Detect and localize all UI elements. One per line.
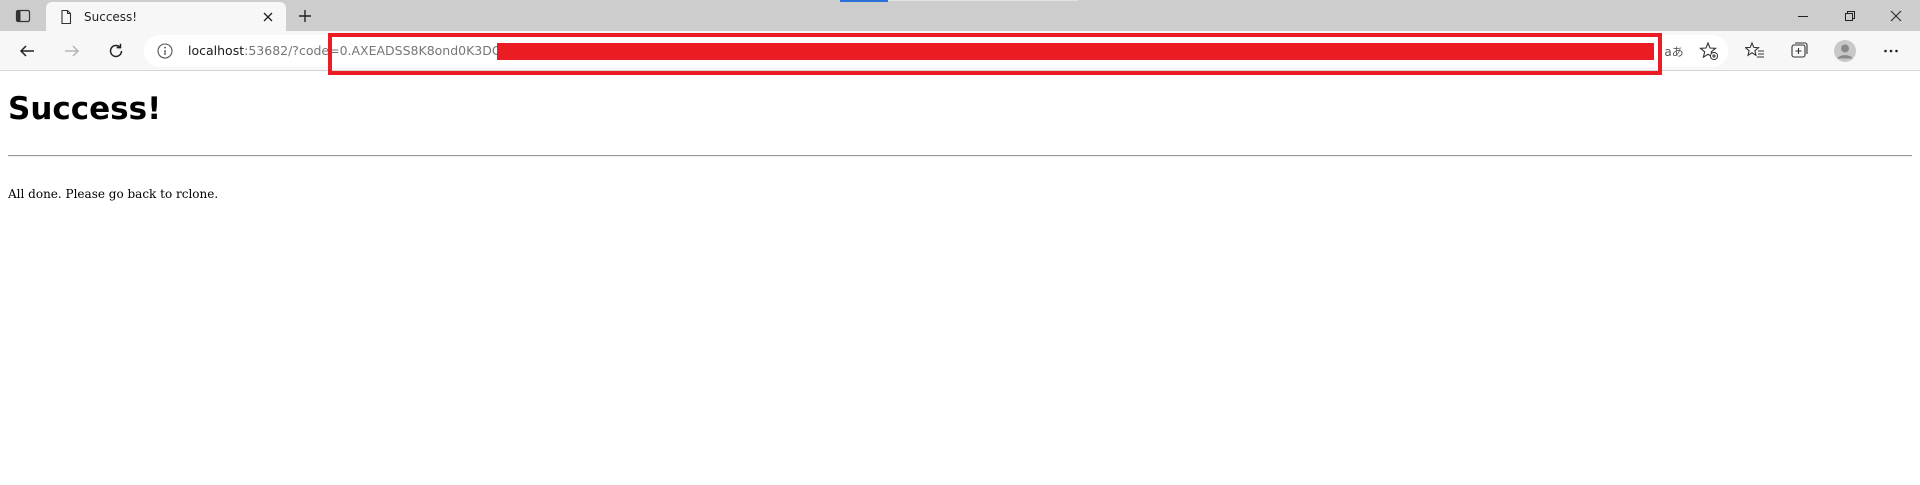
tab-strip-accent-light: [888, 0, 1078, 1]
close-icon: [1890, 10, 1902, 22]
more-button[interactable]: [1876, 36, 1906, 66]
close-icon[interactable]: [260, 9, 276, 25]
minimize-icon: [1797, 10, 1809, 22]
back-arrow-icon: [18, 42, 36, 60]
url-host: localhost: [188, 43, 245, 58]
page-title: Success!: [8, 91, 162, 127]
favorites-button[interactable]: [1740, 36, 1770, 66]
more-icon: [1882, 42, 1900, 60]
window-close-button[interactable]: [1873, 0, 1919, 31]
read-aloud-icon[interactable]: aあ: [1663, 41, 1685, 61]
tab-title: Success!: [84, 10, 138, 24]
refresh-button[interactable]: [101, 36, 131, 66]
tab-strip-accent: [840, 0, 888, 2]
horizontal-rule: [8, 155, 1912, 157]
add-favorite-button[interactable]: [1694, 36, 1724, 66]
back-button[interactable]: [12, 36, 42, 66]
collections-icon: [1789, 41, 1809, 61]
read-aloud-label: aあ: [1664, 44, 1684, 59]
favorites-icon: [1745, 41, 1765, 61]
tab-actions-button[interactable]: [8, 3, 38, 29]
collections-button[interactable]: [1784, 36, 1814, 66]
restore-button[interactable]: [1827, 0, 1873, 31]
plus-icon: [297, 8, 313, 24]
refresh-icon: [107, 42, 125, 60]
forward-arrow-icon: [63, 42, 81, 60]
forward-button[interactable]: [57, 36, 87, 66]
star-plus-icon: [1699, 41, 1719, 61]
avatar-icon: [1833, 39, 1857, 63]
tab-strip: Success!: [0, 0, 1920, 31]
annotation-highlight-box: [328, 33, 1662, 75]
restore-icon: [1844, 10, 1856, 22]
minimize-button[interactable]: [1780, 0, 1826, 31]
profile-button[interactable]: [1830, 36, 1860, 66]
page-icon: [58, 9, 74, 25]
tab-active[interactable]: Success!: [46, 2, 286, 31]
status-message: All done. Please go back to rclone.: [8, 187, 219, 201]
info-icon[interactable]: [156, 42, 174, 60]
tab-actions-icon: [15, 8, 31, 24]
new-tab-button[interactable]: [290, 3, 320, 29]
